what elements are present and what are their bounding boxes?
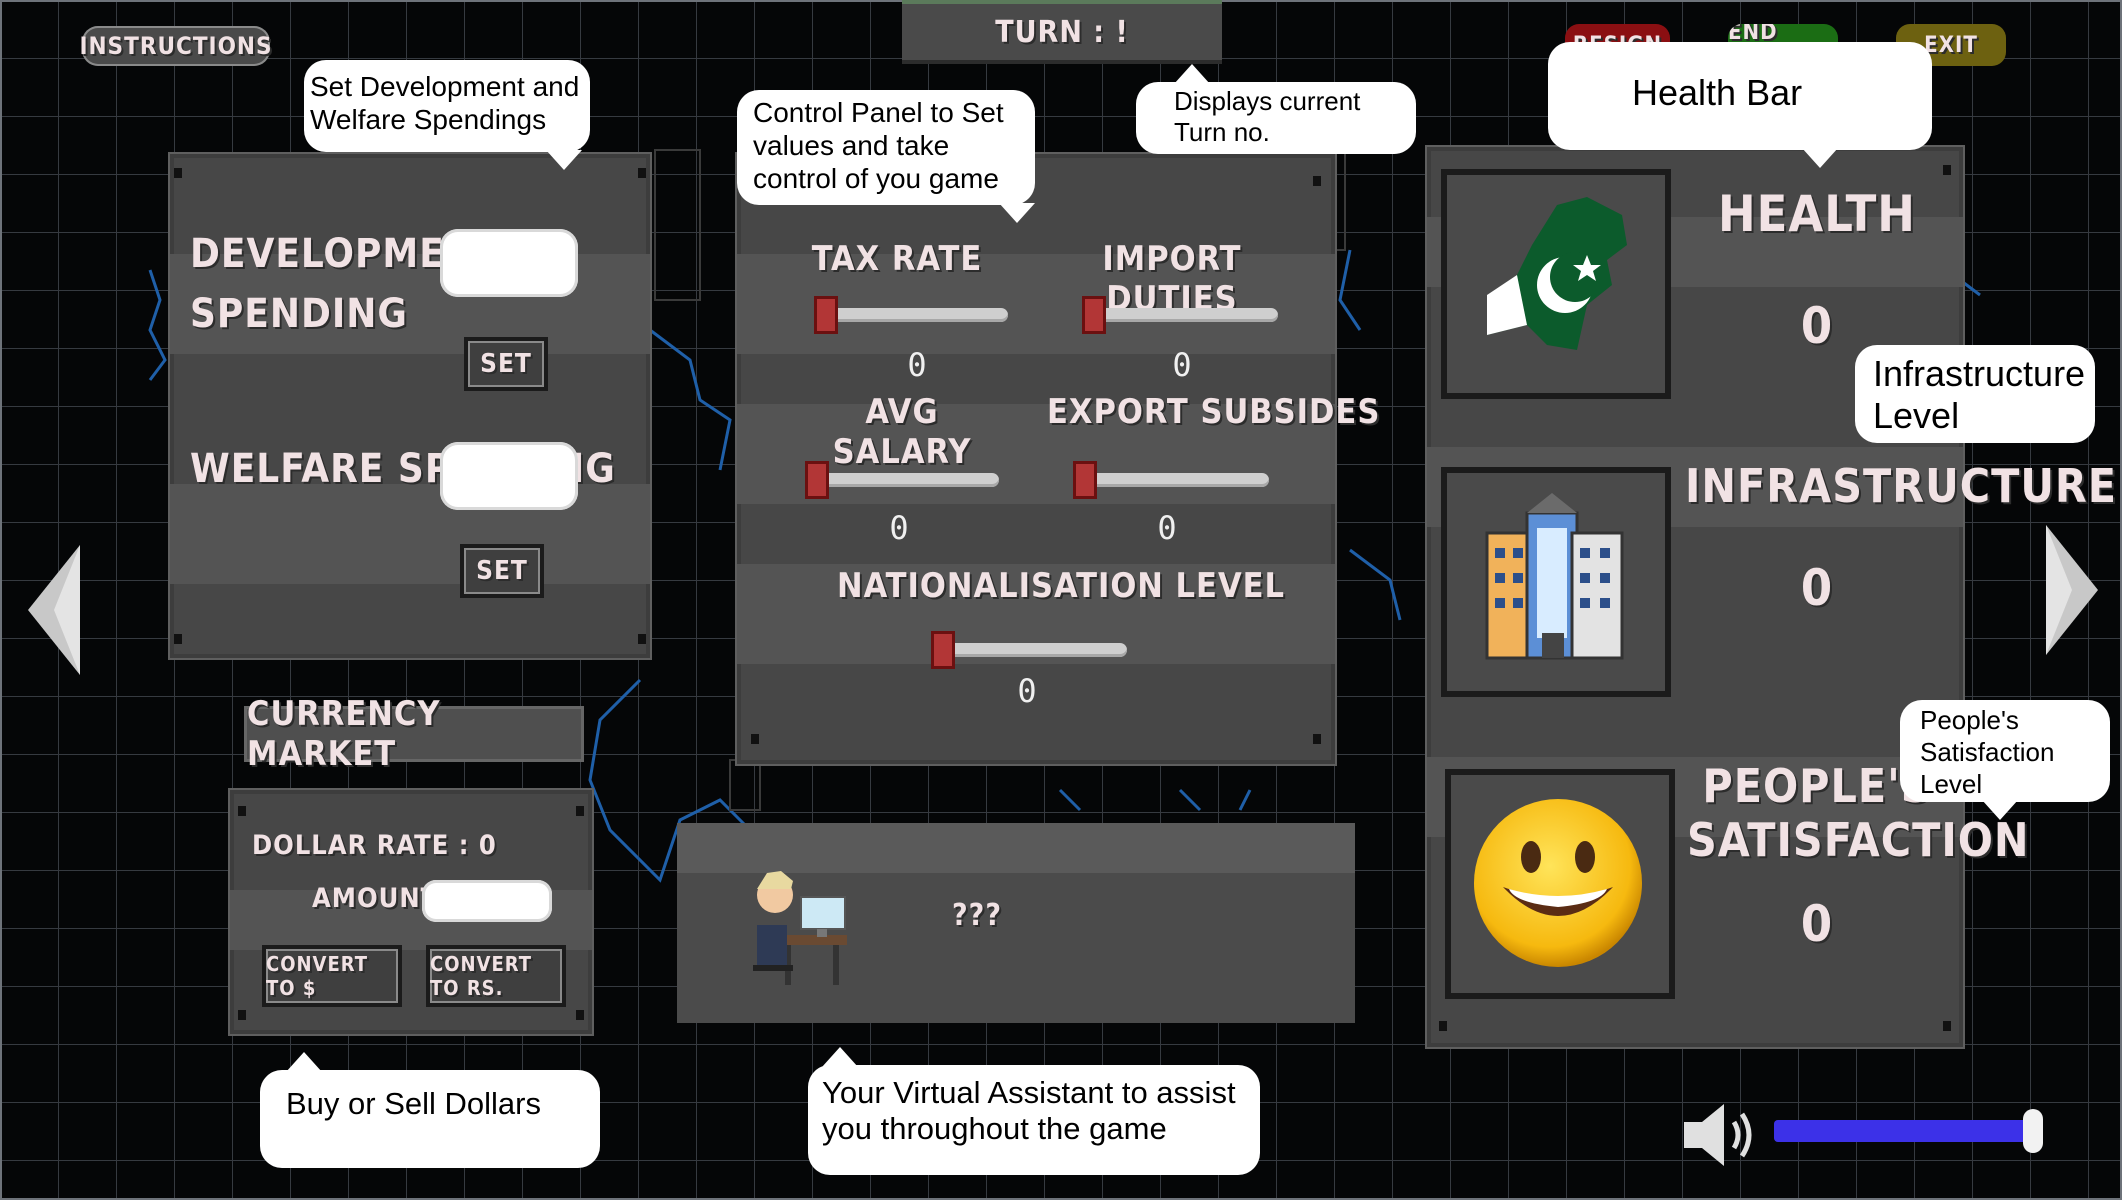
avg-salary-slider-knob[interactable] (805, 461, 829, 499)
callout-currency-text: Buy or Sell Dollars (286, 1086, 541, 1121)
callout-health-text: Health Bar (1632, 72, 1803, 113)
smiley-face-icon (1474, 799, 1642, 967)
nationalisation-level-slider[interactable] (931, 631, 1127, 669)
development-spending-label: DEVELOPMENT SPENDING (190, 224, 502, 344)
welfare-spending-input[interactable] (440, 442, 578, 510)
callout-currency: Buy or Sell Dollars (260, 1052, 600, 1168)
volume-knob[interactable] (2022, 1109, 2043, 1153)
assistant-message: ??? (952, 898, 1002, 933)
currency-market-title-text: CURRENCY MARKET (247, 694, 441, 774)
speaker-icon[interactable] (1680, 1100, 1760, 1170)
tax-rate-slider-knob[interactable] (814, 296, 838, 334)
health-value: 0 (1800, 297, 1834, 355)
satisfaction-icon-frame (1445, 769, 1675, 999)
nationalisation-level-slider-knob[interactable] (931, 631, 955, 669)
convert-to-dollar-button[interactable]: CONVERT TO $ (262, 945, 402, 1007)
convert-to-dollar-label: CONVERT TO $ (266, 952, 369, 1000)
callout-spending-text: Set Development and Welfare Spendings (310, 71, 580, 135)
export-subsidies-value: 0 (1157, 509, 1177, 547)
callout-infrastructure: Infrastructure Level (1855, 345, 2095, 443)
assistant-panel: ??? (677, 823, 1355, 1023)
callout-turn: Displays current Turn no. (1136, 64, 1416, 154)
control-panel: TAX RATE 0 IMPORT DUTIES 0 AVG SALARY 0 … (735, 152, 1381, 766)
dollar-rate-label: DOLLAR RATE : 0 (252, 830, 497, 861)
development-set-label: SET (480, 349, 532, 379)
callout-assistant-text: Your Virtual Assistant to assist you thr… (822, 1075, 1236, 1146)
turn-display: TURN : ! (902, 0, 1222, 64)
welfare-set-label: SET (476, 556, 528, 586)
welfare-spending-label: WELFARE SPENDING (190, 446, 616, 492)
volume-fill (1774, 1120, 2033, 1142)
tax-rate-value: 0 (907, 346, 927, 384)
exit-label: EXIT (1924, 32, 1978, 58)
satisfaction-value: 0 (1800, 895, 1834, 953)
avg-salary-value: 0 (889, 509, 909, 547)
currency-market-title: CURRENCY MARKET (244, 694, 584, 774)
callout-control-panel: Control Panel to Set values and take con… (737, 90, 1035, 223)
volume-slider[interactable] (1774, 1109, 2043, 1153)
tax-rate-slider[interactable] (814, 296, 1008, 334)
building-icon (1485, 493, 1624, 660)
currency-market-panel: DOLLAR RATE : 0 AMOUNT : CONVERT TO $ CO… (228, 788, 594, 1036)
export-subsidies-label: EXPORT SUBSIDES (1047, 392, 1381, 432)
development-label-line2: SPENDING (190, 291, 408, 337)
convert-to-rs-label: CONVERT TO RS. (430, 952, 533, 1000)
callout-turn-text: Displays current Turn no. (1174, 86, 1361, 147)
satisfaction-label-line2: SATISFACTION (1687, 813, 2030, 867)
tax-rate-label: TAX RATE (811, 239, 983, 279)
instructions-button[interactable]: INSTRUCTIONS (79, 26, 273, 66)
health-icon-frame (1441, 169, 1671, 399)
export-subsidies-slider[interactable] (1073, 461, 1269, 499)
nationalisation-level-value: 0 (1017, 672, 1037, 710)
development-label-line1: DEVELOPMENT (190, 231, 502, 277)
callout-spending: Set Development and Welfare Spendings (304, 60, 590, 170)
callout-control-panel-text: Control Panel to Set values and take con… (753, 97, 1004, 194)
callout-infrastructure-text: Infrastructure Level (1873, 353, 2086, 436)
avg-salary-label: AVG SALARY (832, 392, 972, 472)
right-arrow-icon[interactable] (2046, 525, 2100, 655)
turn-label: TURN : ! (995, 14, 1129, 50)
amount-input[interactable] (422, 880, 552, 922)
import-duties-slider[interactable] (1082, 296, 1278, 334)
callout-satisfaction: People's Satisfaction Level (1900, 700, 2110, 820)
infrastructure-label: INFRASTRUCTURE (1685, 459, 2118, 513)
welfare-set-button[interactable]: SET (460, 544, 544, 598)
left-arrow-icon[interactable] (28, 545, 82, 675)
import-duties-slider-knob[interactable] (1082, 296, 1106, 334)
pakistan-flag-map-icon (1487, 197, 1627, 350)
callout-satisfaction-text: People's Satisfaction Level (1920, 705, 2055, 799)
infrastructure-icon-frame (1441, 467, 1671, 697)
stats-panel: HEALTH 0 INFRASTRUCTURE 0 PEOPLE'S SATIS… (1425, 145, 2118, 1049)
nationalisation-level-label: NATIONALISATION LEVEL (837, 566, 1286, 606)
callout-health: Health Bar (1548, 42, 1932, 168)
callout-assistant: Your Virtual Assistant to assist you thr… (808, 1047, 1260, 1175)
export-subsidies-slider-knob[interactable] (1073, 461, 1097, 499)
spending-panel: DEVELOPMENT SPENDING SET WELFARE SPENDIN… (168, 152, 652, 660)
convert-to-rs-button[interactable]: CONVERT TO RS. (426, 945, 566, 1007)
instructions-label: INSTRUCTIONS (79, 32, 273, 60)
infrastructure-value: 0 (1800, 559, 1834, 617)
assistant-avatar (753, 871, 847, 985)
development-spending-input[interactable] (440, 229, 578, 297)
import-duties-value: 0 (1172, 346, 1192, 384)
development-set-button[interactable]: SET (464, 337, 548, 391)
avg-salary-slider[interactable] (805, 461, 999, 499)
health-label: HEALTH (1718, 185, 1916, 243)
